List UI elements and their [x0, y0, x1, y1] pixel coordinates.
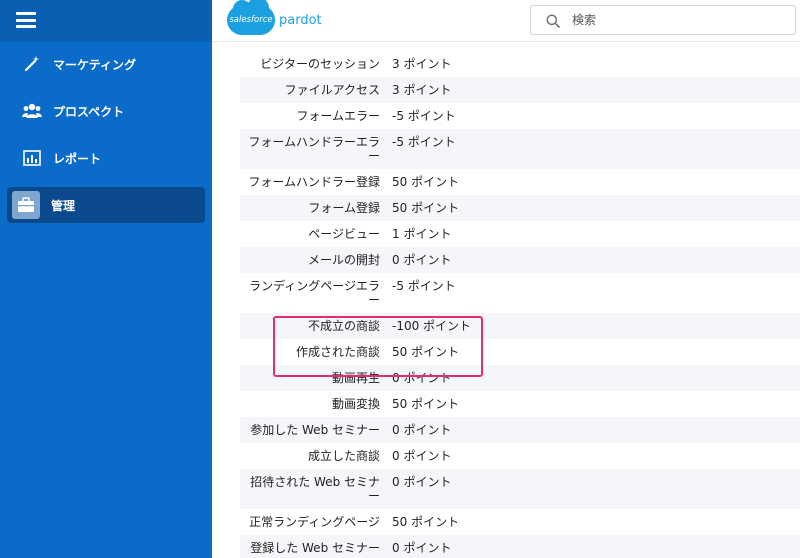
rule-name: ファイルアクセス	[284, 83, 380, 97]
table-row: 招待された Web セミナー 0 ポイント	[240, 469, 800, 509]
search-icon	[546, 13, 560, 28]
rule-name: 作成された商談	[295, 345, 380, 359]
rule-points: 50 ポイント	[392, 201, 460, 215]
rule-points: -5 ポイント	[392, 279, 456, 293]
rule-points: 1 ポイント	[392, 227, 452, 241]
table-row: ビジターのセッション 3 ポイント	[240, 51, 800, 77]
rule-points: 0 ポイント	[392, 541, 452, 555]
nav-item-label: 管理	[51, 198, 76, 213]
table-row: フォーム登録 50 ポイント	[240, 195, 800, 221]
rule-name: 成立した商談	[307, 449, 380, 463]
nav-item-label: マーケティング	[53, 57, 137, 72]
main-content: ビジターのセッション 3 ポイント ファイルアクセス 3 ポイント フォームエラー -5 …	[212, 42, 800, 558]
rule-points: 50 ポイント	[392, 345, 460, 359]
table-row: フォームエラー -5 ポイント	[240, 103, 800, 129]
rule-name: ランディングページエラー	[249, 279, 380, 307]
rule-name: フォーム登録	[308, 201, 380, 215]
rule-points: 0 ポイント	[392, 253, 452, 267]
nav-item-admin[interactable]: 管理	[7, 187, 205, 223]
rule-points: 0 ポイント	[392, 475, 452, 489]
rule-name: 動画変換	[331, 397, 380, 411]
nav-item-reports[interactable]: レポート	[7, 140, 205, 176]
rule-name: メールの開封	[307, 253, 380, 267]
nav-item-prospects[interactable]: プロスペクト	[7, 93, 205, 129]
nav-item-marketing[interactable]: マーケティング	[7, 46, 205, 82]
nav-item-label: プロスペクト	[53, 104, 125, 119]
rule-name: フォームハンドラー登録	[248, 175, 380, 189]
sidebar-header	[0, 0, 212, 42]
rule-name: フォームエラー	[296, 109, 380, 123]
search-input[interactable]	[572, 13, 772, 27]
table-row: 成立した商談 0 ポイント	[240, 443, 800, 469]
rule-name: 正常ランディングページ	[249, 515, 380, 529]
rule-name: ページビュー	[308, 227, 380, 241]
nav-item-label: レポート	[53, 151, 102, 166]
table-row: ランディングページエラー -5 ポイント	[240, 273, 800, 313]
table-row: フォームハンドラーエラー -5 ポイント	[240, 129, 800, 169]
table-row: 不成立の商談 -100 ポイント	[240, 313, 800, 339]
rule-points: -5 ポイント	[392, 109, 456, 123]
rule-points: 50 ポイント	[392, 175, 460, 189]
rule-points: 50 ポイント	[392, 397, 460, 411]
rule-name: ビジターのセッション	[260, 57, 380, 71]
rule-points: -100 ポイント	[392, 319, 472, 333]
rule-name: 参加した Web セミナー	[250, 423, 380, 437]
rule-name: フォームハンドラーエラー	[248, 135, 380, 163]
rule-name: 登録した Web セミナー	[250, 541, 380, 555]
rule-points: 0 ポイント	[392, 371, 452, 385]
rule-points: 3 ポイント	[392, 57, 452, 71]
brand-name: pardot	[279, 12, 322, 28]
table-row: 動画変換 50 ポイント	[240, 391, 800, 417]
table-row: フォームハンドラー登録 50 ポイント	[240, 169, 800, 195]
sidebar: マーケティング プロスペクト レポート 管理	[0, 0, 212, 558]
top-bar: salesforce pardot	[212, 0, 800, 42]
table-row: ファイルアクセス 3 ポイント	[240, 77, 800, 103]
magic-wand-icon	[15, 50, 49, 78]
table-row: 正常ランディングページ 50 ポイント	[240, 509, 800, 535]
rule-points: -5 ポイント	[392, 135, 456, 149]
salesforce-cloud-logo: salesforce	[227, 0, 275, 35]
table-row: ページビュー 1 ポイント	[240, 221, 800, 247]
table-row: 参加した Web セミナー 0 ポイント	[240, 417, 800, 443]
briefcase-icon	[12, 191, 40, 219]
rule-name: 招待された Web セミナー	[250, 475, 380, 503]
rule-points: 0 ポイント	[392, 423, 452, 437]
rule-points: 50 ポイント	[392, 515, 460, 529]
table-row: 動画再生 0 ポイント	[240, 365, 800, 391]
rule-name: 不成立の商談	[307, 319, 380, 333]
people-icon	[15, 97, 49, 125]
table-row: メールの開封 0 ポイント	[240, 247, 800, 273]
rule-name: 動画再生	[331, 371, 380, 385]
bar-chart-icon	[15, 144, 49, 172]
table-row: 作成された商談 50 ポイント	[240, 339, 800, 365]
table-row: 登録した Web セミナー 0 ポイント	[240, 535, 800, 558]
search-box[interactable]	[530, 5, 796, 35]
scoring-rules-table: ビジターのセッション 3 ポイント ファイルアクセス 3 ポイント フォームエラー -5 …	[240, 51, 800, 558]
rule-points: 3 ポイント	[392, 83, 452, 97]
salesforce-pardot-logo[interactable]: salesforce pardot	[227, 0, 322, 35]
hamburger-menu-icon[interactable]	[16, 12, 36, 28]
rule-points: 0 ポイント	[392, 449, 452, 463]
